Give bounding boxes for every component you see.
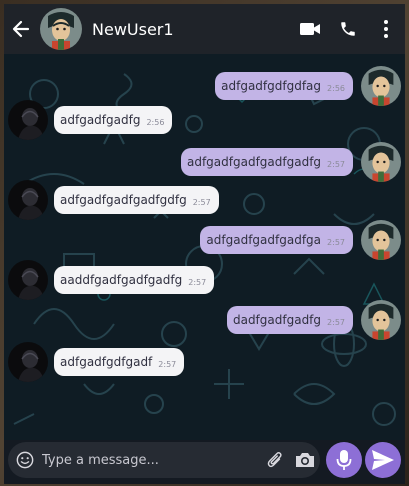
message-input[interactable] [38, 452, 260, 468]
message-time: 2:56 [327, 84, 345, 93]
message-row: adfgadfgadfgadfga 2:57 [200, 220, 401, 260]
avatar [361, 142, 401, 182]
message-row: adfgadfgdfgdfag 2:56 [215, 66, 401, 106]
message-bubble-incoming[interactable]: adfgadfgadfgadfgdfg 2:57 [54, 186, 219, 214]
message-text: adfgadfgadfgadfgadfg [186, 155, 322, 169]
avatar [361, 66, 401, 106]
message-text: dadfgadfgadfg [232, 313, 322, 327]
message-bubble-incoming[interactable]: adfgadfgadfg 2:56 [54, 106, 173, 134]
emoji-icon [16, 451, 34, 469]
emoji-button[interactable] [12, 442, 38, 478]
message-text: adfgadfgadfgadfgdfg [60, 193, 187, 207]
send-button[interactable] [365, 442, 401, 478]
message-text: adfgadfgdfgadf [60, 355, 153, 369]
contact-avatar[interactable] [40, 8, 82, 50]
message-row: adfgadfgadfg 2:56 [8, 100, 173, 140]
avatar [8, 180, 48, 220]
chat-header: NewUser1 [4, 4, 405, 54]
message-row: aaddfgadfgadfgadfg 2:57 [8, 260, 215, 300]
message-text: adfgadfgadfgadfga [206, 233, 322, 247]
avatar [8, 260, 48, 300]
paperclip-icon [267, 452, 282, 468]
video-call-button[interactable] [291, 4, 329, 54]
message-row: dadfgadfgadfg 2:57 [226, 300, 401, 340]
camera-button[interactable] [290, 442, 320, 478]
voice-call-button[interactable] [329, 4, 367, 54]
message-row: adfgadfgdfgadf 2:57 [8, 342, 185, 382]
message-time: 2:57 [327, 238, 345, 247]
message-bubble-incoming[interactable]: adfgadfgdfgadf 2:57 [54, 348, 185, 376]
message-row: adfgadfgadfgadfgadfg 2:57 [180, 142, 401, 182]
message-time: 2:57 [158, 360, 177, 369]
more-vertical-icon [384, 20, 388, 38]
send-icon [372, 450, 394, 470]
message-text: adfgadfgdfgdfag [221, 79, 322, 93]
avatar [8, 100, 48, 140]
message-bubble-incoming[interactable]: aaddfgadfgadfgadfg 2:57 [54, 266, 215, 294]
contact-name[interactable]: NewUser1 [92, 20, 291, 39]
message-bubble-outgoing[interactable]: adfgadfgadfgadfga 2:57 [200, 226, 353, 254]
message-bubble-outgoing[interactable]: dadfgadfgadfg 2:57 [226, 306, 353, 334]
message-text: adfgadfgadfg [60, 113, 141, 127]
message-composer [4, 440, 405, 484]
phone-icon [341, 22, 355, 36]
chat-app: NewUser1 adfgadfgdfgdfag 2:56 adfgadfgad… [4, 4, 405, 484]
message-time: 2:57 [188, 278, 207, 287]
microphone-icon [336, 450, 352, 470]
video-camera-icon [300, 23, 320, 35]
back-button[interactable] [4, 4, 38, 54]
menu-button[interactable] [367, 4, 405, 54]
window-frame: NewUser1 adfgadfgdfgdfag 2:56 adfgadfgad… [0, 0, 409, 486]
avatar [361, 220, 401, 260]
message-list[interactable]: adfgadfgdfgdfag 2:56 adfgadfgadfg 2:56 a… [4, 54, 405, 440]
message-bubble-outgoing[interactable]: adfgadfgdfgdfag 2:56 [215, 72, 353, 100]
avatar [8, 342, 48, 382]
message-row: adfgadfgadfgadfgdfg 2:57 [8, 180, 219, 220]
message-time: 2:56 [146, 118, 165, 127]
message-bubble-outgoing[interactable]: adfgadfgadfgadfgadfg 2:57 [180, 148, 353, 176]
attach-button[interactable] [260, 442, 290, 478]
message-time: 2:57 [192, 198, 211, 207]
avatar [361, 300, 401, 340]
message-time: 2:57 [327, 160, 345, 169]
message-input-box [8, 442, 320, 478]
camera-icon [296, 453, 314, 467]
arrow-left-icon [12, 20, 30, 38]
message-text: aaddfgadfgadfgadfg [60, 273, 183, 287]
mic-button[interactable] [326, 442, 362, 478]
message-time: 2:57 [327, 318, 345, 327]
